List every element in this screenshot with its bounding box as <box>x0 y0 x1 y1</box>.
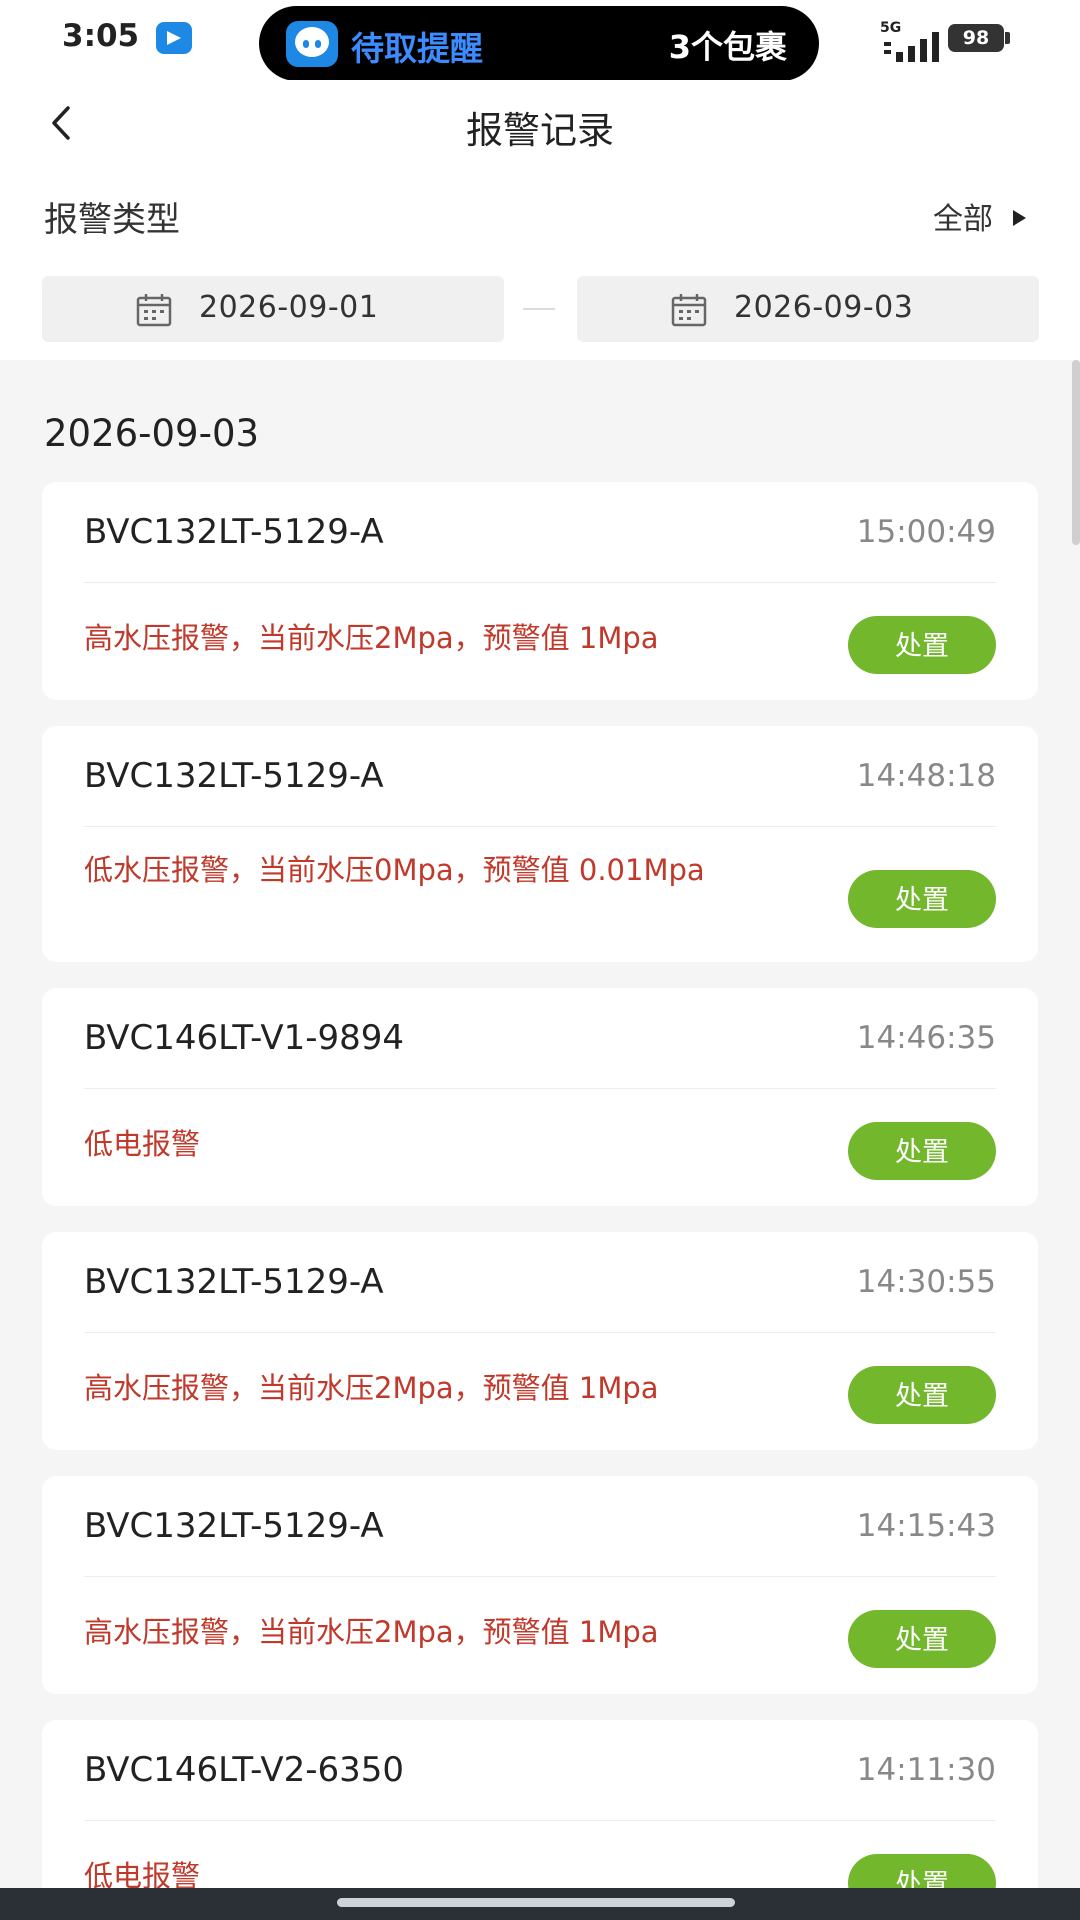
handle-button[interactable]: 处置 <box>848 1366 996 1424</box>
scrollbar[interactable] <box>1072 360 1080 545</box>
handle-button[interactable]: 处置 <box>848 616 996 674</box>
battery-icon: 98 <box>948 24 1004 52</box>
filter-panel: 报警类型 全部 2026-09-01 2026-09-03 <box>0 170 1080 360</box>
alarm-time: 14:48:18 <box>856 758 996 794</box>
alarm-type-label: 报警类型 <box>44 200 180 240</box>
device-id: BVC146LT-V2-6350 <box>84 1750 405 1790</box>
end-date-value: 2026-09-03 <box>734 290 914 325</box>
navigation-bar: 报警记录 <box>0 80 1080 170</box>
device-id: BVC132LT-5129-A <box>84 512 384 552</box>
card-divider <box>84 1576 996 1577</box>
alarm-message: 高水压报警，当前水压2Mpa，预警值 1Mpa <box>84 1371 659 1405</box>
alarm-message: 低水压报警，当前水压0Mpa，预警值 0.01Mpa <box>84 853 705 887</box>
device-id: BVC132LT-5129-A <box>84 1506 384 1546</box>
alarm-message: 低电报警 <box>84 1127 201 1161</box>
date-range-separator <box>523 308 555 310</box>
group-date-header: 2026-09-03 <box>44 412 260 455</box>
calendar-icon <box>136 294 172 327</box>
alarm-record-card[interactable]: BVC132LT-5129-A 14:30:55 高水压报警，当前水压2Mpa，… <box>42 1232 1038 1450</box>
handle-button[interactable]: 处置 <box>848 870 996 928</box>
alarm-time: 14:30:55 <box>856 1264 996 1300</box>
triangle-right-icon <box>1013 209 1026 226</box>
alarm-time: 14:46:35 <box>856 1020 996 1056</box>
app-notification-icon <box>156 22 192 54</box>
alarm-type-value: 全部 <box>933 202 993 237</box>
home-indicator[interactable] <box>337 1898 735 1907</box>
live-notification-pill[interactable]: 待取提醒 3个包裹 <box>259 6 819 81</box>
calendar-icon <box>671 294 707 327</box>
alarm-message: 高水压报警，当前水压2Mpa，预警值 1Mpa <box>84 1615 659 1649</box>
battery-tip <box>1005 32 1010 44</box>
handle-button[interactable]: 处置 <box>848 1122 996 1180</box>
start-date-picker[interactable]: 2026-09-01 <box>42 276 504 342</box>
page-title: 报警记录 <box>466 109 614 152</box>
alarm-time: 14:15:43 <box>856 1508 996 1544</box>
alarm-record-card[interactable]: BVC132LT-5129-A 14:15:43 高水压报警，当前水压2Mpa，… <box>42 1476 1038 1694</box>
alarm-record-card[interactable]: BVC132LT-5129-A 14:48:18 低水压报警，当前水压0Mpa，… <box>42 726 1038 962</box>
alarm-time: 15:00:49 <box>856 514 996 550</box>
start-date-value: 2026-09-01 <box>199 290 379 325</box>
alarm-record-card[interactable]: BVC146LT-V1-9894 14:46:35 低电报警 处置 <box>42 988 1038 1206</box>
card-divider <box>84 1332 996 1333</box>
notification-title: 待取提醒 <box>351 29 483 68</box>
device-id: BVC146LT-V1-9894 <box>84 1018 405 1058</box>
alarm-message: 高水压报警，当前水压2Mpa，预警值 1Mpa <box>84 621 659 655</box>
device-id: BVC132LT-5129-A <box>84 1262 384 1302</box>
status-bar: 3:05 待取提醒 3个包裹 5G 98 <box>0 0 1080 81</box>
alarm-type-selector[interactable]: 全部 <box>933 194 1026 238</box>
pickup-robot-icon <box>286 21 338 67</box>
card-divider <box>84 582 996 583</box>
card-divider <box>84 1088 996 1089</box>
alarm-time: 14:11:30 <box>856 1752 996 1788</box>
end-date-picker[interactable]: 2026-09-03 <box>577 276 1039 342</box>
card-divider <box>84 1820 996 1821</box>
gesture-bar <box>0 1888 1080 1920</box>
device-id: BVC132LT-5129-A <box>84 756 384 796</box>
card-divider <box>84 826 996 827</box>
handle-button[interactable]: 处置 <box>848 1610 996 1668</box>
status-time: 3:05 <box>62 18 140 54</box>
notification-detail: 3个包裹 <box>668 28 787 66</box>
alarm-record-card[interactable]: BVC132LT-5129-A 15:00:49 高水压报警，当前水压2Mpa，… <box>42 482 1038 700</box>
